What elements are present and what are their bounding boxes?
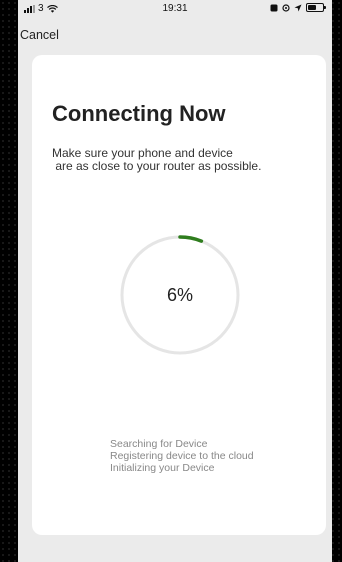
step-item: Initializing your Device	[110, 462, 215, 474]
connection-steps: Searching for Device Registering device …	[110, 438, 254, 474]
alarm-icon	[270, 4, 278, 11]
battery-icon	[306, 3, 326, 12]
instructions-line: are as close to your router as possible.	[52, 159, 262, 173]
cancel-button[interactable]: Cancel	[20, 28, 59, 42]
rotation-lock-icon	[282, 3, 290, 12]
step-item: Registering device to the cloud	[110, 450, 254, 462]
phone-screen: 3 19:31 Cancel Connecting Now Make sure …	[18, 0, 332, 562]
step-item: Searching for Device	[110, 438, 208, 450]
page-title: Connecting Now	[52, 101, 226, 126]
battery-fill	[308, 5, 316, 10]
instructions-text: Make sure your phone and device are as c…	[52, 147, 312, 173]
progress-ring: 6%	[118, 233, 242, 357]
progress-percentage: 6%	[166, 284, 193, 305]
status-bar: 3 19:31	[18, 0, 332, 18]
status-right	[270, 3, 326, 12]
connecting-card: Connecting Now Make sure your phone and …	[32, 55, 326, 535]
location-icon	[294, 4, 302, 11]
